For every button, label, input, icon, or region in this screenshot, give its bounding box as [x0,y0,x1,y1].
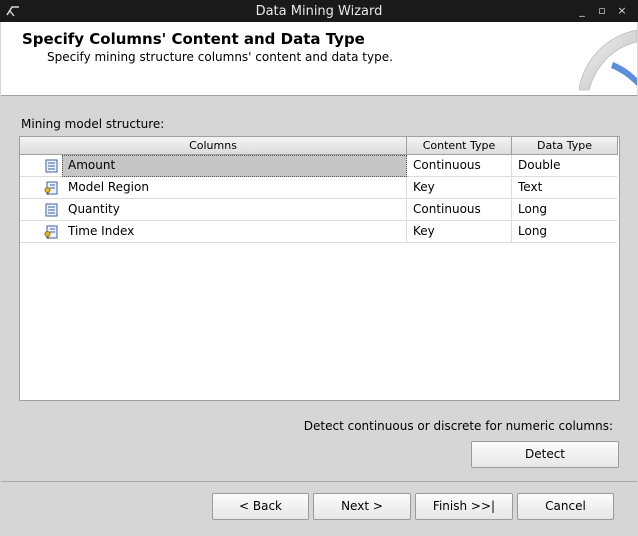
data-type-cell[interactable]: Text [512,177,618,199]
footer-divider [1,481,637,482]
detect-label: Detect continuous or discrete for numeri… [303,419,613,433]
wizard-body: Mining model structure: Columns Content … [1,96,637,534]
data-type-cell[interactable]: Double [512,155,618,177]
column-name-cell[interactable]: Time Index [62,221,407,243]
column-header-columns[interactable]: Columns [20,137,407,155]
next-button[interactable]: Next > [313,493,411,520]
back-button[interactable]: < Back [212,493,309,520]
columns-grid[interactable]: Columns Content Type Data Type Amount Co… [19,136,620,401]
maximize-icon[interactable]: ▫ [594,3,610,19]
content-type-cell[interactable]: Continuous [407,199,512,221]
cancel-button[interactable]: Cancel [517,493,614,520]
content-type-cell[interactable]: Key [407,221,512,243]
page-title: Specify Columns' Content and Data Type [22,30,365,48]
data-type-cell[interactable]: Long [512,199,618,221]
mining-structure-label: Mining model structure: [21,117,165,131]
content-type-cell[interactable]: Continuous [407,155,512,177]
column-name-cell[interactable]: Amount [62,155,407,177]
table-row[interactable]: Amount Continuous Double [20,155,617,177]
content-type-cell[interactable]: Key [407,177,512,199]
detect-button[interactable]: Detect [471,441,619,468]
wizard-banner-graphic [578,29,637,91]
column-icon [45,159,58,173]
key-column-icon [44,225,58,239]
table-row[interactable]: Quantity Continuous Long [20,199,617,221]
table-row[interactable]: Time Index Key Long [20,221,617,243]
window-title: Data Mining Wizard [255,4,383,19]
column-name-cell[interactable]: Quantity [62,199,407,221]
title-bar: Data Mining Wizard _ ▫ × [0,0,638,22]
data-type-cell[interactable]: Long [512,221,618,243]
column-icon [45,203,58,217]
column-name-cell[interactable]: Model Region [62,177,407,199]
key-column-icon [44,181,58,195]
column-header-data-type[interactable]: Data Type [512,137,618,155]
close-icon[interactable]: × [614,3,630,19]
column-header-content-type[interactable]: Content Type [407,137,512,155]
page-subtitle: Specify mining structure columns' conten… [47,50,393,64]
minimize-icon[interactable]: _ [574,3,590,19]
wizard-header: Specify Columns' Content and Data Type S… [1,22,637,96]
table-row[interactable]: Model Region Key Text [20,177,617,199]
finish-button[interactable]: Finish >>| [415,493,513,520]
